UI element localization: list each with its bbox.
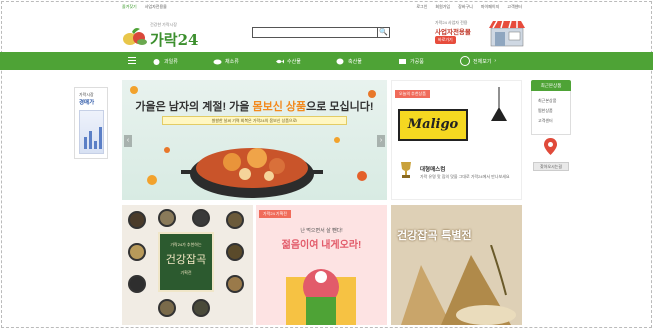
site-logo[interactable]: 건강한 가락시장 가락24: [122, 18, 212, 50]
mypage-link[interactable]: 마이페이지: [481, 4, 499, 12]
grain-special-tile[interactable]: 건강잡곡 특별전: [391, 205, 522, 325]
bar-chart-icon: [84, 127, 102, 149]
search-box[interactable]: 🔍: [252, 27, 390, 38]
logo-name: 가락24: [150, 31, 199, 49]
tile-line1: 난 먹으면서 살 뺀다!: [300, 228, 343, 234]
tile-caption: 가락24 기획전: [259, 210, 291, 218]
lamp-icon: [491, 87, 507, 121]
business-promo[interactable]: 가락24 사업자 전용 사업자전용몰 바로가기: [435, 18, 527, 48]
grain-bowl: [158, 299, 176, 317]
box-icon: [399, 58, 406, 64]
top-utility-bar: 즐겨찾기 사업자전용몰 로그인 회원가입 장바구니 마이페이지 고객센터: [122, 4, 522, 12]
grain-bowl: [226, 243, 244, 261]
business-mall-link[interactable]: 사업자전용몰: [145, 4, 167, 12]
grain-bowl: [226, 275, 244, 293]
nav-vegetable[interactable]: 채소류: [213, 56, 239, 66]
grain-bowl: [128, 211, 146, 229]
all-categories-button[interactable]: 전체보기 ›: [460, 56, 496, 66]
vegetable-icon: [213, 59, 222, 64]
grain-bowl: [192, 299, 210, 317]
fish-icon: [276, 59, 284, 63]
bookmark-link[interactable]: 즐겨찾기: [122, 4, 137, 12]
quick-menu-list: 최근본상품 찜한상품 고객센터: [531, 91, 571, 135]
featured-card-maligo[interactable]: 오늘의 추천상품 Maligo 대형매스컴 가락 유명 맛 집의 맛을 그대로 …: [391, 80, 522, 200]
grain-bowl: [158, 209, 176, 227]
grain-sack-illustration: [401, 245, 516, 325]
banner-next-button[interactable]: ›: [377, 135, 385, 147]
nav-processed[interactable]: 가공품: [398, 56, 424, 66]
logo-tagline: 건강한 가락시장: [150, 22, 177, 27]
grain-bowl: [192, 209, 210, 227]
quick-menu-header: 최근본상품: [531, 80, 571, 91]
main-banner[interactable]: 가을은 남자의 계절! 가을 몸보신 상품으로 모십니다! 쌀쌀한 날씨 기력 …: [122, 80, 387, 200]
auction-chart-thumbnail: [79, 110, 104, 154]
quick-menu: 최근본상품 최근본상품 찜한상품 고객센터 찾아오시는길: [531, 80, 571, 175]
category-nav: 과일류 채소류 수산물 축산물 가공품 전체보기 ›: [0, 52, 653, 70]
auction-price-widget[interactable]: 가락시장 경매가: [74, 87, 108, 159]
hotpot-dish-image: [181, 148, 323, 198]
meat-icon: [336, 58, 344, 64]
quick-menu-item[interactable]: 고객센터: [532, 116, 570, 126]
grid-icon: [460, 56, 470, 66]
apple-icon: [153, 58, 160, 65]
banner-subline: 쌀쌀한 날씨 기력 회복은 가락24의 몸보신 상품으로!: [162, 116, 347, 125]
card-caption: 오늘의 추천상품: [395, 90, 430, 98]
diet-illustration: [286, 269, 356, 325]
banner-prev-button[interactable]: ‹: [124, 135, 132, 147]
promo-button[interactable]: 바로가기: [435, 36, 456, 44]
maligo-sign: Maligo: [398, 109, 468, 141]
grain-bowl: [226, 211, 244, 229]
grain-bowl: [128, 243, 146, 261]
menu-icon[interactable]: [128, 57, 136, 64]
customer-center-link[interactable]: 고객센터: [507, 4, 522, 12]
card-title: 대형매스컴: [420, 167, 446, 173]
auction-widget-line2: 경매가: [79, 100, 95, 106]
grain-label-box: 가락24가 추천하는 건강잡곡 기획전: [158, 232, 214, 292]
vegetable-logo-icon: [123, 28, 147, 45]
map-pin-icon: [544, 138, 557, 155]
grain-bowl: [128, 275, 146, 293]
cart-link[interactable]: 장바구니: [458, 4, 473, 12]
tile-line2: 젊음이여 내게오라!: [281, 240, 362, 251]
nav-meat[interactable]: 축산물: [336, 56, 362, 66]
search-icon[interactable]: 🔍: [377, 28, 389, 37]
grain-promo-tile[interactable]: 가락24가 추천하는 건강잡곡 기획전: [122, 205, 253, 325]
signup-link[interactable]: 회원가입: [435, 4, 450, 12]
promo-line2: 사업자전용몰: [435, 29, 471, 36]
login-link[interactable]: 로그인: [416, 4, 427, 12]
quick-menu-item[interactable]: 찜한상품: [532, 106, 570, 116]
card-description: 가락 유명 맛 집의 맛을 그대로 가락24에서 만나보세요: [420, 174, 510, 179]
diet-promo-tile[interactable]: 가락24 기획전 난 먹으면서 살 뺀다! 젊음이여 내게오라!: [256, 205, 387, 325]
quick-menu-item[interactable]: 최근본상품: [532, 96, 570, 106]
nav-fruit[interactable]: 과일류: [152, 56, 178, 66]
banner-headline: 가을은 남자의 계절! 가을 몸보신 상품으로 모십니다!: [135, 101, 374, 113]
chevron-right-icon: ›: [494, 58, 497, 64]
nav-seafood[interactable]: 수산물: [275, 56, 301, 66]
trophy-icon: [401, 162, 411, 178]
directions-button[interactable]: 찾아오시는길: [533, 162, 569, 171]
storefront-icon: [489, 20, 525, 47]
tile-title: 건강잡곡 특별전: [397, 229, 472, 242]
